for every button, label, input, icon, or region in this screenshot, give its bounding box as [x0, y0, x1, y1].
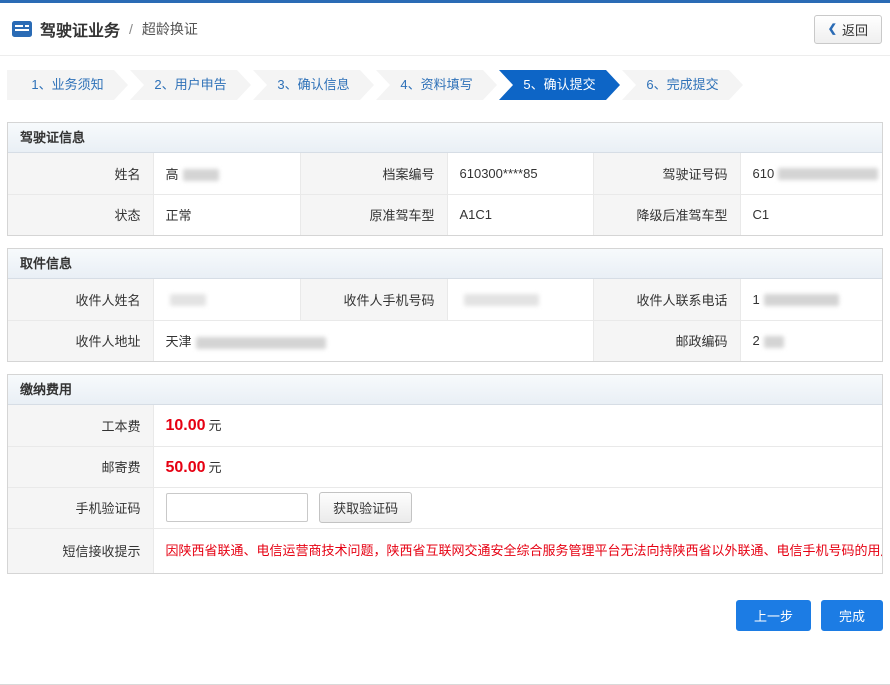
step-confirm-submit[interactable]: 5、确认提交	[499, 70, 620, 100]
license-no-label: 驾驶证号码	[593, 153, 740, 194]
table-row: 手机验证码 获取验证码	[8, 487, 882, 528]
section-pickup-info: 取件信息 收件人姓名 收件人手机号码 收件人联系电话 1 收件人地址 天津 邮政…	[7, 248, 883, 362]
footer-actions: 上一步 完成	[7, 600, 883, 631]
finish-button[interactable]: 完成	[821, 600, 883, 631]
orig-type-label: 原准驾车型	[300, 194, 447, 235]
sms-notice-text: 因陕西省联通、电信运营商技术问题，陕西省互联网交通安全综合服务管理平台无法向持陕…	[166, 529, 871, 573]
name-value: 高	[153, 153, 300, 194]
license-info-table: 姓名 高 档案编号 610300****85 驾驶证号码 610 状态 正常 原…	[8, 153, 882, 235]
postal-code-value: 2	[740, 320, 882, 361]
license-card-icon	[12, 21, 32, 37]
step-complete-submit[interactable]: 6、完成提交	[622, 70, 743, 100]
recipient-name-value	[153, 279, 300, 320]
previous-step-button[interactable]: 上一步	[736, 600, 811, 631]
redacted-blur	[196, 337, 326, 349]
recipient-mobile-label: 收件人手机号码	[300, 279, 447, 320]
redacted-blur	[764, 294, 839, 306]
section-license-info: 驾驶证信息 姓名 高 档案编号 610300****85 驾驶证号码 610 状…	[7, 122, 883, 236]
section-fees-title: 缴纳费用	[8, 375, 882, 405]
step-fill-info[interactable]: 4、资料填写	[376, 70, 497, 100]
table-row: 收件人地址 天津 邮政编码 2	[8, 320, 882, 361]
downgrade-type-label: 降级后准驾车型	[593, 194, 740, 235]
file-no-label: 档案编号	[300, 153, 447, 194]
recipient-mobile-value	[447, 279, 593, 320]
license-no-value: 610	[740, 153, 882, 194]
file-no-value: 610300****85	[447, 153, 593, 194]
step-nav: 1、业务须知 2、用户申告 3、确认信息 4、资料填写 5、确认提交 6、完成提…	[7, 70, 883, 100]
name-label: 姓名	[8, 153, 153, 194]
table-row: 邮寄费 50.00元	[8, 446, 882, 487]
production-fee-unit: 元	[209, 418, 222, 433]
sms-code-input[interactable]	[166, 493, 308, 522]
table-row: 姓名 高 档案编号 610300****85 驾驶证号码 610	[8, 153, 882, 194]
redacted-blur	[764, 336, 784, 348]
table-row: 工本费 10.00元	[8, 405, 882, 446]
redacted-blur	[170, 294, 206, 306]
production-fee-amount: 10.00	[166, 417, 206, 434]
mailing-fee-value: 50.00元	[153, 446, 882, 487]
table-row: 状态 正常 原准驾车型 A1C1 降级后准驾车型 C1	[8, 194, 882, 235]
recipient-name-label: 收件人姓名	[8, 279, 153, 320]
mailing-fee-amount: 50.00	[166, 459, 206, 476]
sms-notice-cell: 因陕西省联通、电信运营商技术问题，陕西省互联网交通安全综合服务管理平台无法向持陕…	[153, 528, 882, 573]
get-sms-code-button[interactable]: 获取验证码	[319, 492, 412, 523]
back-button-label: 返回	[842, 20, 868, 39]
page: 驾驶证业务 / 超龄换证 ❮ 返回 1、业务须知 2、用户申告 3、确认信息 4…	[0, 0, 890, 685]
chevron-left-icon: ❮	[828, 24, 837, 35]
table-row: 短信接收提示 因陕西省联通、电信运营商技术问题，陕西省互联网交通安全综合服务管理…	[8, 528, 882, 573]
step-business-notice[interactable]: 1、业务须知	[7, 70, 128, 100]
page-title: 驾驶证业务	[40, 17, 120, 41]
step-user-declaration[interactable]: 2、用户申告	[130, 70, 251, 100]
header: 驾驶证业务 / 超龄换证 ❮ 返回	[0, 3, 890, 56]
sms-code-label: 手机验证码	[8, 487, 153, 528]
back-button[interactable]: ❮ 返回	[814, 15, 882, 44]
orig-type-value: A1C1	[447, 194, 593, 235]
recipient-phone-value: 1	[740, 279, 882, 320]
production-fee-value: 10.00元	[153, 405, 882, 446]
downgrade-type-value: C1	[740, 194, 882, 235]
recipient-address-label: 收件人地址	[8, 320, 153, 361]
redacted-blur	[778, 168, 878, 180]
sms-code-cell: 获取验证码	[153, 487, 882, 528]
recipient-address-value: 天津	[153, 320, 593, 361]
mailing-fee-unit: 元	[209, 460, 222, 475]
section-license-info-title: 驾驶证信息	[8, 123, 882, 153]
status-value: 正常	[153, 194, 300, 235]
fees-table: 工本费 10.00元 邮寄费 50.00元 手机验证码 获取验证码 短信接收提	[8, 405, 882, 573]
breadcrumb-current: 超龄换证	[142, 19, 198, 39]
pickup-info-table: 收件人姓名 收件人手机号码 收件人联系电话 1 收件人地址 天津 邮政编码 2	[8, 279, 882, 361]
redacted-blur	[183, 169, 219, 181]
sms-notice-label: 短信接收提示	[8, 528, 153, 573]
section-pickup-info-title: 取件信息	[8, 249, 882, 279]
breadcrumb: 驾驶证业务 / 超龄换证	[12, 17, 198, 41]
redacted-blur	[464, 294, 539, 306]
recipient-phone-label: 收件人联系电话	[593, 279, 740, 320]
mailing-fee-label: 邮寄费	[8, 446, 153, 487]
section-fees: 缴纳费用 工本费 10.00元 邮寄费 50.00元 手机验证码 获取验证码	[7, 374, 883, 574]
postal-code-label: 邮政编码	[593, 320, 740, 361]
production-fee-label: 工本费	[8, 405, 153, 446]
status-label: 状态	[8, 194, 153, 235]
table-row: 收件人姓名 收件人手机号码 收件人联系电话 1	[8, 279, 882, 320]
breadcrumb-separator: /	[129, 21, 133, 37]
step-confirm-info[interactable]: 3、确认信息	[253, 70, 374, 100]
